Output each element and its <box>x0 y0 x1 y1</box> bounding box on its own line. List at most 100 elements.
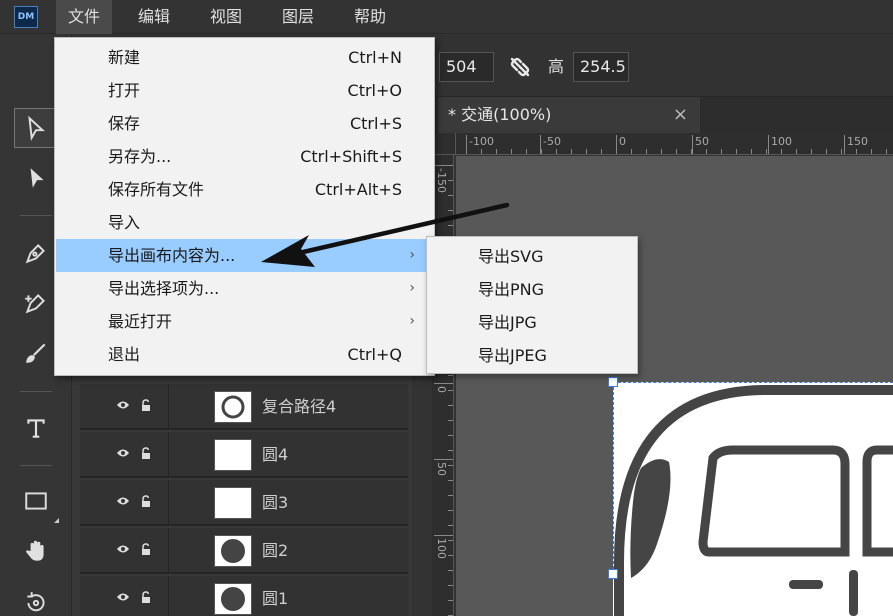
ruler-minor-tick <box>736 149 737 154</box>
ruler-minor-tick <box>448 570 453 571</box>
menu-item-shortcut: Ctrl+Q <box>347 345 402 364</box>
ruler-minor-tick <box>496 149 497 154</box>
tool-separator <box>20 215 52 216</box>
ruler-minor-tick <box>448 510 453 511</box>
file-menu-item[interactable]: 保存 Ctrl+S <box>56 107 433 140</box>
ruler-minor-tick <box>448 450 453 451</box>
ruler-minor-tick <box>886 149 887 154</box>
file-menu-item[interactable]: 最近打开 › <box>56 305 433 338</box>
ruler-minor-tick <box>871 149 872 154</box>
layer-thumbnail <box>214 439 252 471</box>
export-menu-item[interactable]: 导出JPEG <box>428 339 636 372</box>
layer-name: 圆4 <box>262 445 289 464</box>
eye-icon[interactable] <box>116 448 130 458</box>
ruler-minor-tick <box>448 600 453 601</box>
rotate-view-icon[interactable] <box>14 583 58 616</box>
layer-column-divider <box>168 384 169 430</box>
export-menu-item[interactable]: 导出PNG <box>428 273 636 306</box>
ruler-minor-tick <box>856 149 857 154</box>
layer-row[interactable]: 复合路径4 <box>80 384 408 430</box>
ruler-tick <box>434 383 453 384</box>
ruler-minor-tick <box>448 420 453 421</box>
ruler-minor-tick <box>481 149 482 154</box>
menu-item-label: 新建 <box>108 48 141 67</box>
ruler-tick <box>434 459 453 460</box>
add-anchor-pen-icon[interactable] <box>14 283 58 323</box>
menu-item-label: 保存所有文件 <box>108 180 205 199</box>
direct-select-tool[interactable] <box>14 158 58 198</box>
ruler-tick <box>692 135 693 154</box>
ruler-minor-tick <box>556 149 557 154</box>
eye-icon[interactable] <box>116 544 130 554</box>
file-menu-item[interactable]: 打开 Ctrl+O <box>56 74 433 107</box>
ruler-minor-tick <box>841 149 842 154</box>
ruler-minor-tick <box>796 149 797 154</box>
ruler-minor-tick <box>541 149 542 154</box>
layer-row[interactable]: 圆2 <box>80 528 408 574</box>
menu-item-label: 保存 <box>108 114 141 133</box>
ruler-label: -150 <box>435 168 448 193</box>
menu-layer[interactable]: 图层 <box>270 0 326 34</box>
annotation-arrow-icon <box>255 195 515 275</box>
select-tool[interactable] <box>14 108 58 148</box>
eye-icon[interactable] <box>116 592 130 602</box>
layer-row[interactable]: 圆4 <box>80 432 408 478</box>
eye-icon[interactable] <box>116 496 130 506</box>
rectangle-tool[interactable] <box>14 481 58 521</box>
ruler-minor-tick <box>571 149 572 154</box>
ruler-minor-tick <box>448 465 453 466</box>
ruler-minor-tick <box>448 180 453 181</box>
menu-view[interactable]: 视图 <box>198 0 254 34</box>
chevron-right-icon: › <box>409 280 415 296</box>
width-field[interactable]: 504 <box>439 52 494 82</box>
ruler-minor-tick <box>466 149 467 154</box>
selection-handle[interactable] <box>608 569 618 579</box>
ruler-minor-tick <box>631 149 632 154</box>
ruler-minor-tick <box>766 149 767 154</box>
menu-edit[interactable]: 编辑 <box>126 0 182 34</box>
layer-column-divider <box>168 576 169 616</box>
hand-tool[interactable] <box>14 531 58 571</box>
layer-name: 圆1 <box>262 589 289 608</box>
file-menu-item[interactable]: 另存为... Ctrl+Shift+S <box>56 140 433 173</box>
eye-icon[interactable] <box>116 400 130 410</box>
layer-column-divider <box>168 528 169 574</box>
lock-icon[interactable] <box>140 495 152 507</box>
file-menu-item[interactable]: 退出 Ctrl+Q <box>56 338 433 371</box>
height-label: 高 <box>548 57 565 76</box>
height-field[interactable]: 254.5 <box>573 52 629 82</box>
menu-item-label: 另存为... <box>108 147 172 166</box>
document-tab[interactable]: * 交通(100%) × <box>438 97 700 133</box>
ruler-label: 100 <box>771 135 792 148</box>
export-menu-item[interactable]: 导出JPG <box>428 306 636 339</box>
ruler-minor-tick <box>448 495 453 496</box>
layer-thumbnail <box>214 583 252 615</box>
pen-tool[interactable] <box>14 233 58 273</box>
lock-icon[interactable] <box>140 543 152 555</box>
menu-item-label: 退出 <box>108 345 141 364</box>
ruler-label: 0 <box>435 386 448 393</box>
layer-name: 圆3 <box>262 493 289 512</box>
lock-icon[interactable] <box>140 399 152 411</box>
selection-handle[interactable] <box>608 377 618 387</box>
lock-icon[interactable] <box>140 447 152 459</box>
brush-tool[interactable] <box>14 333 58 373</box>
file-menu-item[interactable]: 新建 Ctrl+N <box>56 41 433 74</box>
layer-column-divider <box>168 432 169 478</box>
layer-row[interactable]: 圆1 <box>80 576 408 616</box>
document-tab-title: * 交通(100%) <box>448 105 552 124</box>
unlink-proportion-icon[interactable] <box>508 55 532 79</box>
menu-help[interactable]: 帮助 <box>342 0 398 34</box>
ruler-label: 0 <box>619 135 626 148</box>
file-menu-item[interactable]: 导出选择项为... › <box>56 272 433 305</box>
ruler-minor-tick <box>751 149 752 154</box>
menu-file[interactable]: 文件 <box>56 0 112 34</box>
tool-separator <box>20 465 52 466</box>
layer-thumbnail <box>214 535 252 567</box>
layer-thumbnail <box>214 391 252 423</box>
layer-row[interactable]: 圆3 <box>80 480 408 526</box>
chevron-right-icon: › <box>409 313 415 329</box>
lock-icon[interactable] <box>140 591 152 603</box>
close-icon[interactable]: × <box>673 97 688 133</box>
text-tool[interactable] <box>14 408 58 448</box>
